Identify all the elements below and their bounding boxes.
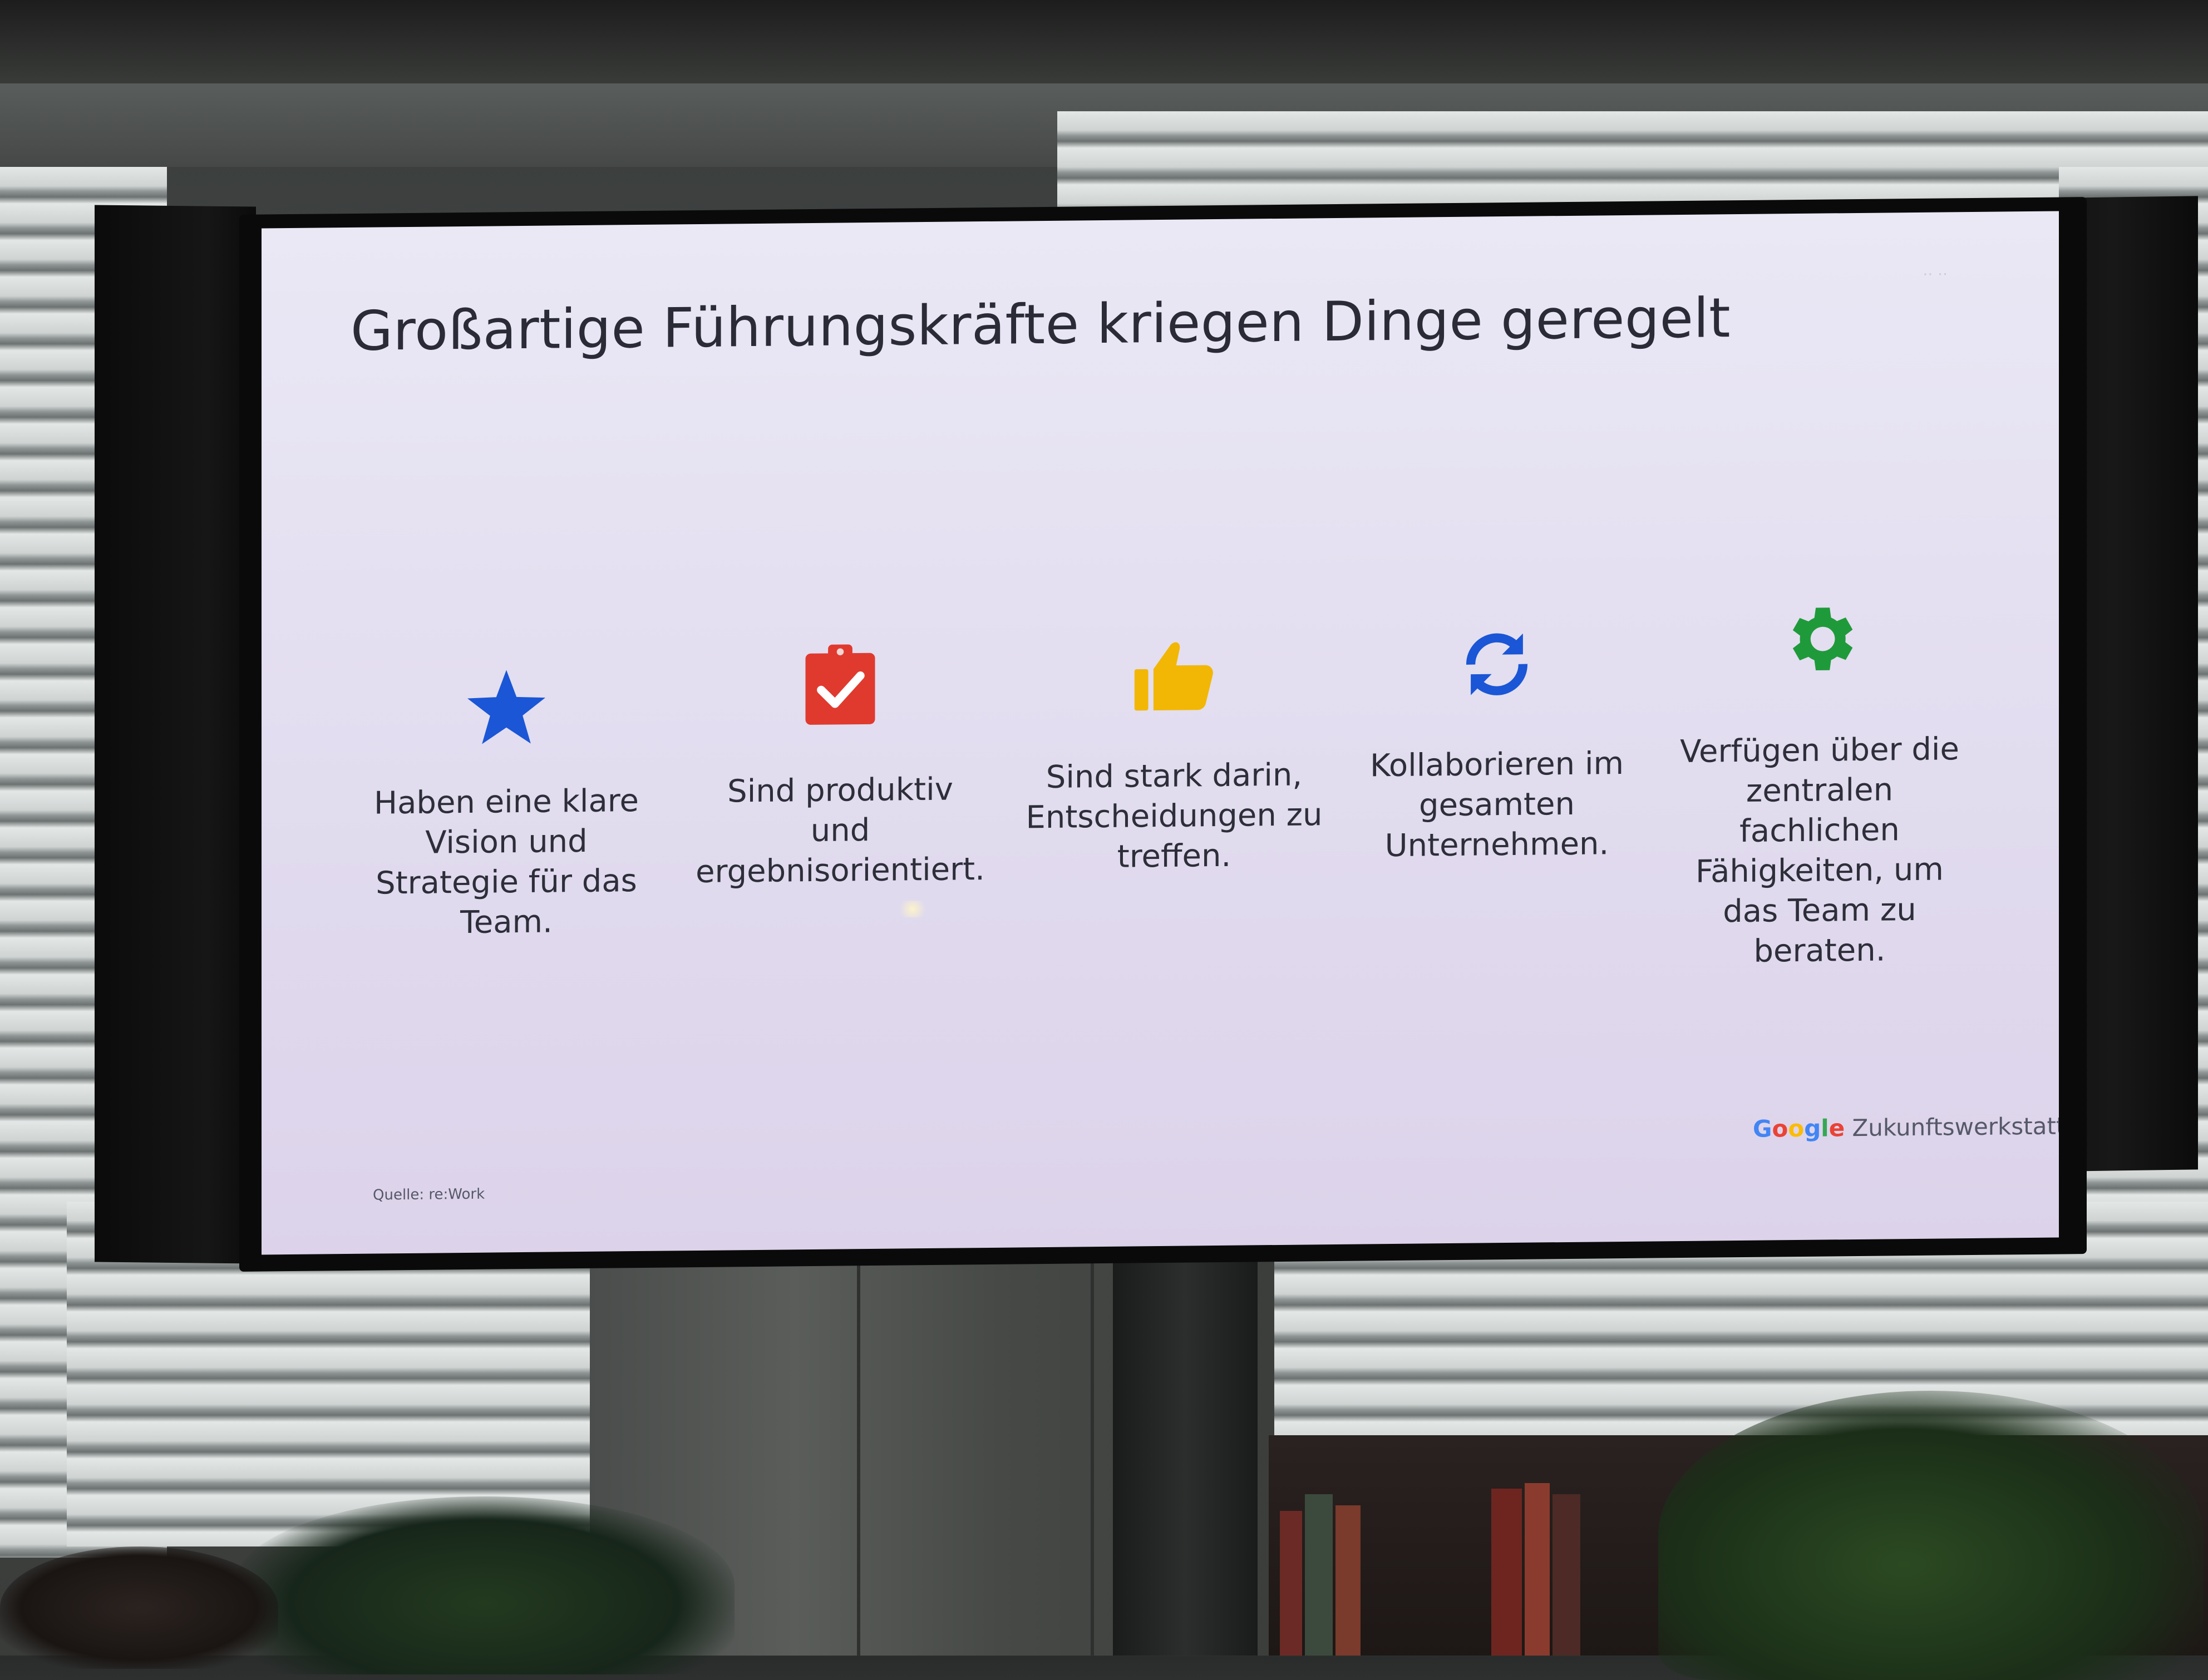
- text-line: treffen.: [1117, 837, 1231, 875]
- book: [1335, 1505, 1361, 1656]
- speaker-left: [95, 205, 256, 1264]
- text-line: und: [810, 812, 870, 849]
- text-line: das Team zu: [1723, 891, 1916, 930]
- presentation-screen: ·· ·· Großartige Führungskräfte kriegen …: [262, 211, 2059, 1255]
- text-line: Unternehmen.: [1384, 826, 1609, 864]
- point-text: Sind stark darin, Entscheidungen zu tref…: [1024, 755, 1324, 878]
- gear-icon: [1778, 597, 1861, 683]
- thumbs-up-icon: [1132, 639, 1216, 714]
- logo-letter: G: [1753, 1115, 1772, 1143]
- text-line: gesamten: [1419, 785, 1575, 824]
- logo-letter: o: [1788, 1114, 1805, 1143]
- text-line: Team.: [460, 903, 553, 941]
- text-line: Entscheidungen zu: [1026, 797, 1323, 836]
- star-icon: [465, 668, 548, 749]
- slide-title: Großartige Führungskräfte kriegen Dinge …: [351, 286, 1731, 363]
- text-line: beraten.: [1753, 932, 1886, 970]
- point-text: Kollaborieren im gesamten Unternehmen.: [1347, 744, 1647, 867]
- logo-letter: o: [1772, 1115, 1788, 1143]
- ceiling: [0, 0, 2208, 95]
- text-line: Verfügen über die: [1680, 731, 1959, 770]
- text-line: fachlichen: [1739, 812, 1900, 850]
- text-line: Sind stark darin,: [1046, 757, 1303, 795]
- book: [1525, 1483, 1550, 1656]
- source-note: Quelle: re:Work: [373, 1185, 485, 1204]
- text-line: Haben eine klare: [373, 782, 639, 822]
- logo-letter: g: [1804, 1114, 1821, 1142]
- book: [1552, 1494, 1580, 1656]
- point-text: Verfügen über die zentralen fachlichen F…: [1669, 729, 1970, 972]
- text-line: ergebnisorientiert.: [696, 851, 985, 891]
- clipboard-check-icon: [801, 643, 879, 729]
- slide-corner-mark: ·· ··: [1923, 265, 1948, 284]
- logo-suffix: Zukunftswerkstatt: [1845, 1112, 2059, 1142]
- light-reflection: [896, 900, 929, 918]
- logo-letter: e: [1828, 1114, 1845, 1142]
- text-line: zentralen: [1746, 772, 1894, 809]
- text-line: Strategie für das: [376, 863, 637, 902]
- point-text: Sind produktiv und ergebnisorientiert.: [690, 769, 990, 892]
- book: [1280, 1511, 1302, 1656]
- sync-arrows-icon: [1455, 622, 1539, 708]
- text-line: Fähigkeiten, um: [1696, 851, 1944, 890]
- tv-stand-pole: [1113, 1196, 1258, 1656]
- plant-right: [1658, 1391, 2204, 1680]
- bookshelf-left: [0, 1546, 278, 1669]
- text-line: Sind produktiv: [727, 771, 953, 810]
- google-zukunftswerkstatt-logo: Google Zukunftswerkstatt: [1753, 1112, 2059, 1142]
- door-panel-line: [1091, 1196, 1094, 1656]
- text-line: Kollaborieren im: [1369, 745, 1624, 784]
- logo-letter: l: [1821, 1114, 1829, 1142]
- book: [1305, 1494, 1333, 1656]
- point-text: Haben eine klare Vision und Strategie fü…: [356, 781, 657, 944]
- plant-left: [234, 1496, 735, 1674]
- book: [1491, 1489, 1522, 1656]
- text-line: Vision und: [425, 823, 588, 861]
